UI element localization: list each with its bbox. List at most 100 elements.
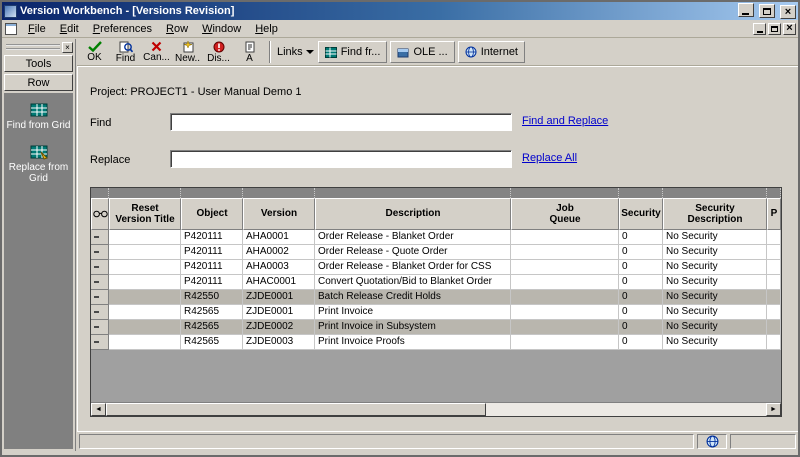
find-from-link-button[interactable]: Find fr...: [318, 41, 388, 63]
table-row[interactable]: R42565ZJDE0001Print Invoice0No Security: [91, 305, 781, 320]
cell-job-queue[interactable]: [511, 245, 619, 260]
cell-p[interactable]: [767, 290, 781, 305]
row-header-cell[interactable]: [91, 290, 109, 305]
display-button[interactable]: Dis...: [203, 39, 234, 65]
cell-job-queue[interactable]: [511, 230, 619, 245]
cell-version[interactable]: AHA0002: [243, 245, 315, 260]
column-header-p[interactable]: P: [767, 198, 781, 230]
new-button[interactable]: New..: [172, 39, 203, 65]
table-row[interactable]: R42550ZJDE0001Batch Release Credit Holds…: [91, 290, 781, 305]
cell-security-description[interactable]: No Security: [663, 260, 767, 275]
sidebar-item-replace-from-grid[interactable]: Replace from Grid: [4, 141, 73, 194]
row-header-cell[interactable]: [91, 320, 109, 335]
child-close-button[interactable]: ×: [783, 23, 796, 35]
cell-p[interactable]: [767, 335, 781, 350]
row-header-cell[interactable]: [91, 305, 109, 320]
child-minimize-button[interactable]: [753, 23, 766, 35]
column-header-description[interactable]: Description: [315, 198, 511, 230]
table-row[interactable]: R42565ZJDE0003Print Invoice Proofs 0No Se…: [91, 335, 781, 350]
cell-object[interactable]: R42565: [181, 305, 243, 320]
cell-description[interactable]: Order Release - Blanket Order for CSS: [315, 260, 511, 275]
cell-version[interactable]: AHA0001: [243, 230, 315, 245]
cell-version[interactable]: AHAC0001: [243, 275, 315, 290]
sidebar-item-find-from-grid[interactable]: Find from Grid: [4, 99, 73, 141]
scrollbar-thumb[interactable]: [106, 403, 486, 416]
column-header-security-description[interactable]: Security Description: [663, 198, 767, 230]
table-row[interactable]: P420111AHAC0001Convert Quotation/Bid to …: [91, 275, 781, 290]
cell-security[interactable]: 0: [619, 230, 663, 245]
scroll-left-button[interactable]: ◄: [91, 403, 106, 416]
cell-security[interactable]: 0: [619, 305, 663, 320]
cell-security[interactable]: 0: [619, 290, 663, 305]
close-button[interactable]: ×: [780, 5, 796, 19]
column-header-object[interactable]: Object: [181, 198, 243, 230]
cell-p[interactable]: [767, 245, 781, 260]
cell-version[interactable]: ZJDE0002: [243, 320, 315, 335]
cell-security-description[interactable]: No Security: [663, 245, 767, 260]
cell-security-description[interactable]: No Security: [663, 275, 767, 290]
cell-security-description[interactable]: No Security: [663, 335, 767, 350]
replace-all-link[interactable]: Replace All: [522, 152, 577, 164]
find-and-replace-link[interactable]: Find and Replace: [522, 115, 608, 127]
replace-input[interactable]: [170, 150, 512, 168]
scroll-right-button[interactable]: ►: [766, 403, 781, 416]
cell-job-queue[interactable]: [511, 275, 619, 290]
scrollbar-track[interactable]: [486, 403, 767, 416]
sidebar-tab-tools[interactable]: Tools: [4, 55, 73, 72]
column-header-reset-version-title[interactable]: Reset Version Title: [109, 198, 181, 230]
cell-version[interactable]: ZJDE0001: [243, 305, 315, 320]
cell-p[interactable]: [767, 260, 781, 275]
table-row[interactable]: R42565ZJDE0002Print Invoice in Subsystem…: [91, 320, 781, 335]
cell-job-queue[interactable]: [511, 320, 619, 335]
row-header-cell[interactable]: [91, 275, 109, 290]
menu-preferences[interactable]: Preferences: [86, 22, 159, 36]
row-header-cell[interactable]: [91, 335, 109, 350]
row-header-cell[interactable]: [91, 230, 109, 245]
cell-reset-title[interactable]: [109, 320, 181, 335]
cell-security[interactable]: 0: [619, 320, 663, 335]
cell-object[interactable]: P420111: [181, 245, 243, 260]
cell-version[interactable]: ZJDE0003: [243, 335, 315, 350]
mdi-child-icon[interactable]: [5, 23, 17, 35]
cell-object[interactable]: R42565: [181, 335, 243, 350]
cell-object[interactable]: P420111: [181, 275, 243, 290]
cell-description[interactable]: Print Invoice in Subsystem: [315, 320, 511, 335]
cell-job-queue[interactable]: [511, 260, 619, 275]
internet-link-button[interactable]: Internet: [458, 41, 525, 63]
find-button[interactable]: Find: [110, 39, 141, 65]
sidebar-tab-row[interactable]: Row: [4, 74, 73, 91]
minimize-button[interactable]: [738, 3, 754, 17]
cell-description[interactable]: Print Invoice Proofs: [315, 335, 511, 350]
cell-job-queue[interactable]: [511, 305, 619, 320]
grid-horizontal-scrollbar[interactable]: ◄ ►: [91, 402, 781, 416]
menu-row[interactable]: Row: [159, 22, 195, 36]
cell-description[interactable]: Batch Release Credit Holds: [315, 290, 511, 305]
maximize-button[interactable]: [759, 4, 775, 18]
menu-file[interactable]: File: [21, 22, 53, 36]
menu-window[interactable]: Window: [195, 22, 248, 36]
column-header-version[interactable]: Version: [243, 198, 315, 230]
cell-reset-title[interactable]: [109, 260, 181, 275]
ok-button[interactable]: OK: [79, 39, 110, 65]
table-row[interactable]: P420111AHA0002Order Release - Quote Orde…: [91, 245, 781, 260]
find-input[interactable]: [170, 113, 512, 131]
table-row[interactable]: P420111AHA0003Order Release - Blanket Or…: [91, 260, 781, 275]
menu-edit[interactable]: Edit: [53, 22, 86, 36]
links-dropdown[interactable]: Links: [277, 46, 314, 58]
column-header-job-queue[interactable]: Job Queue: [511, 198, 619, 230]
cell-version[interactable]: ZJDE0001: [243, 290, 315, 305]
table-row[interactable]: P420111AHA0001Order Release - Blanket Or…: [91, 230, 781, 245]
cell-p[interactable]: [767, 275, 781, 290]
cell-object[interactable]: R42565: [181, 320, 243, 335]
cell-p[interactable]: [767, 320, 781, 335]
palette-close-button[interactable]: ×: [62, 42, 73, 53]
cell-reset-title[interactable]: [109, 290, 181, 305]
cell-version[interactable]: AHA0003: [243, 260, 315, 275]
cell-security[interactable]: 0: [619, 275, 663, 290]
cell-security[interactable]: 0: [619, 335, 663, 350]
cell-security-description[interactable]: No Security: [663, 305, 767, 320]
column-header-security[interactable]: Security: [619, 198, 663, 230]
ole-link-button[interactable]: OLE ...: [390, 41, 454, 63]
cell-security[interactable]: 0: [619, 245, 663, 260]
cell-object[interactable]: R42550: [181, 290, 243, 305]
